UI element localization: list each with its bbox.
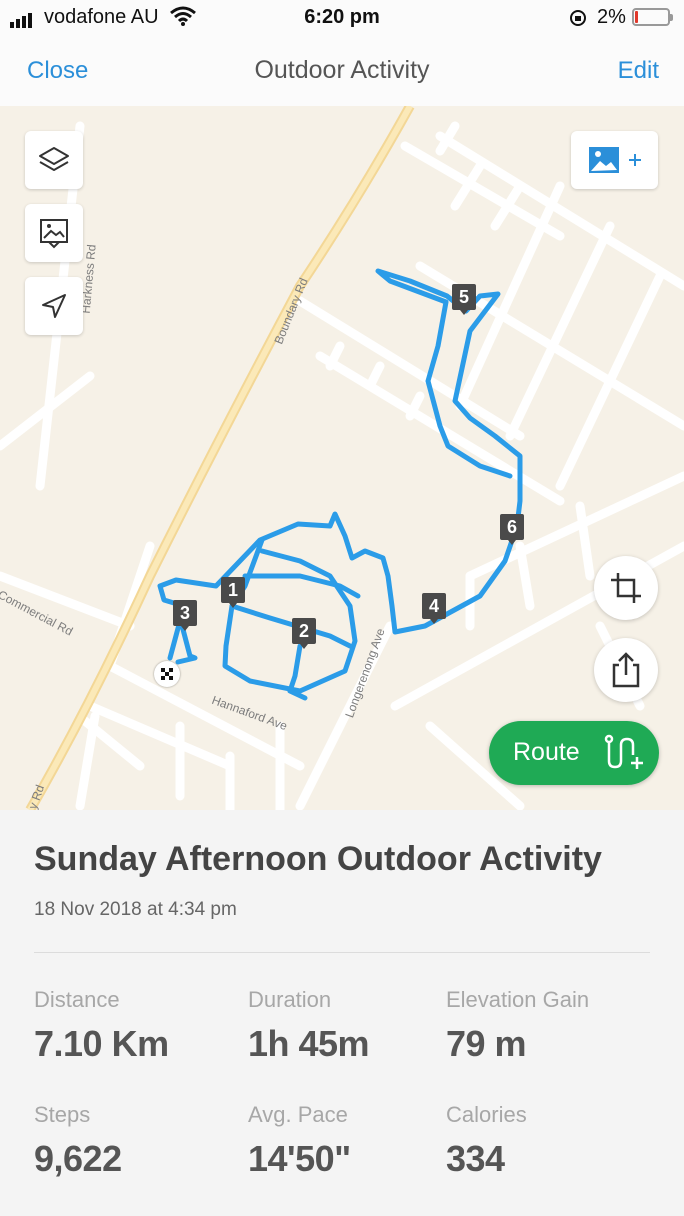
page-title: Outdoor Activity [254, 56, 430, 84]
route-map[interactable]: Boundary Rd Harkness Rd Commercial Rd Ha… [0, 106, 684, 810]
battery-icon [632, 8, 673, 26]
map-base [0, 106, 684, 810]
stat-label: Calories [446, 1102, 527, 1127]
layers-icon [39, 147, 69, 171]
stat-value: 79 m [446, 1023, 527, 1064]
stat-distance: Distance 7.10 Km [34, 987, 169, 1065]
rotation-lock-icon [570, 10, 586, 26]
photos-button[interactable] [25, 204, 83, 262]
status-bar: vodafone AU 6:20 pm 2% [0, 0, 684, 36]
stat-avg-pace: Avg. Pace 14'50" [248, 1102, 351, 1180]
add-photo-button[interactable] [571, 131, 658, 189]
route-marker-2[interactable]: 2 [292, 618, 316, 649]
route-add-icon [604, 734, 643, 769]
add-photo-icon [588, 147, 641, 173]
route-marker-1[interactable]: 1 [221, 577, 245, 608]
location-arrow-icon [42, 294, 66, 318]
finish-flag-icon[interactable] [154, 661, 180, 687]
activity-title: Sunday Afternoon Outdoor Activity [34, 840, 602, 878]
stat-label: Distance [34, 987, 120, 1012]
stat-elevation-gain: Elevation Gain 79 m [446, 987, 589, 1065]
stat-value: 9,622 [34, 1138, 122, 1179]
layers-button[interactable] [25, 131, 83, 189]
stat-steps: Steps 9,622 [34, 1102, 122, 1180]
stat-value: 1h 45m [248, 1023, 370, 1064]
route-button[interactable]: Route [489, 721, 659, 785]
route-marker-4[interactable]: 4 [422, 593, 446, 624]
stat-label: Elevation Gain [446, 987, 590, 1012]
stat-label: Steps [34, 1102, 91, 1127]
edit-button[interactable]: Edit [618, 57, 659, 85]
activity-details: Sunday Afternoon Outdoor Activity 18 Nov… [0, 810, 684, 1216]
route-marker-6[interactable]: 6 [500, 514, 524, 545]
stat-value: 14'50" [248, 1138, 351, 1179]
stat-value: 7.10 Km [34, 1023, 169, 1064]
stat-duration: Duration 1h 45m [248, 987, 370, 1065]
divider [34, 952, 650, 953]
crop-icon [611, 573, 641, 603]
stat-label: Duration [248, 987, 332, 1012]
route-marker-3[interactable]: 3 [173, 600, 197, 631]
route-button-label: Route [513, 738, 580, 766]
stat-label: Avg. Pace [248, 1102, 348, 1127]
share-icon [612, 652, 640, 688]
photo-frame-icon [40, 219, 68, 249]
battery-percentage: 2% [597, 6, 626, 28]
crop-button[interactable] [594, 556, 658, 620]
navigation-bar: Close Outdoor Activity Edit [0, 36, 684, 107]
share-button[interactable] [594, 638, 658, 702]
route-marker-5[interactable]: 5 [452, 284, 476, 315]
stat-value: 334 [446, 1138, 505, 1179]
locate-button[interactable] [25, 277, 83, 335]
activity-date: 18 Nov 2018 at 4:34 pm [34, 899, 237, 920]
stat-calories: Calories 334 [446, 1102, 527, 1180]
